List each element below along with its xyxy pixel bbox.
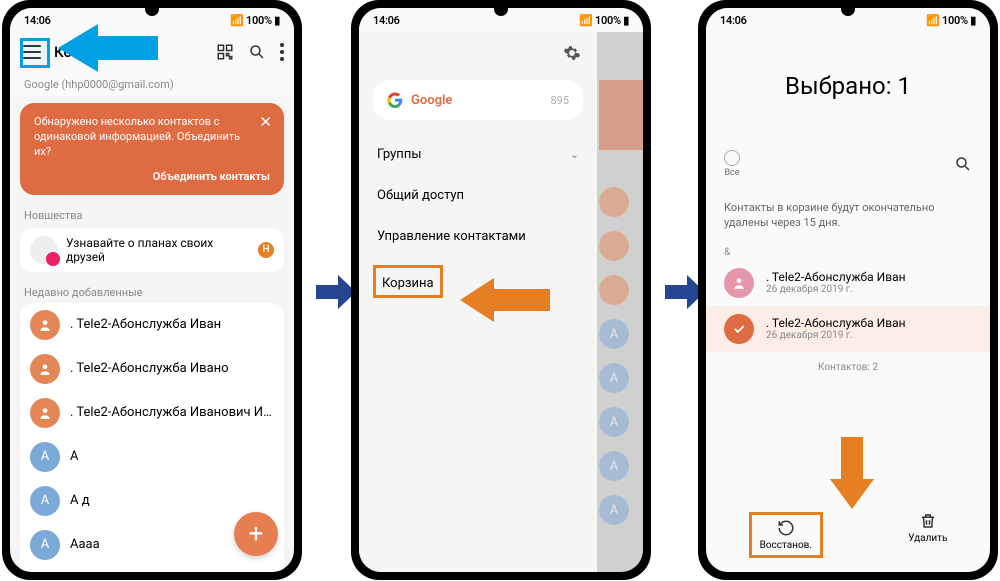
news-text: Узнавайте о планах своих друзей	[66, 236, 250, 264]
status-time: 14:06	[24, 14, 51, 27]
restore-button[interactable]: Восстанов.	[749, 512, 823, 558]
account-name: Google	[411, 93, 542, 108]
highlight-hamburger	[20, 38, 50, 68]
search-icon[interactable]	[248, 43, 266, 61]
account-label: Google (hhp0000@gmail.com)	[10, 72, 294, 97]
bottom-actions: Восстанов. Удалить	[706, 502, 990, 572]
contact-row[interactable]: AАаарод	[20, 567, 284, 572]
avatar	[724, 268, 754, 298]
contact-name: . Tele2-Абонслужба Иван	[70, 317, 221, 332]
index-letter: &	[706, 237, 990, 260]
contact-date: 26 декабря 2019 г.	[766, 284, 906, 295]
check-icon	[724, 314, 754, 344]
avatar: A	[30, 442, 60, 472]
contact-row[interactable]: . Tele2-Абонслужба Иванович Иванов К...	[20, 391, 284, 435]
contact-name: . Tele2-Абонслужба Иванович Иванов К...	[70, 405, 274, 420]
select-all-label: Все	[724, 168, 739, 178]
restore-icon	[777, 519, 795, 537]
avatar	[30, 354, 60, 384]
transition-arrow	[316, 275, 356, 309]
contact-name: . Tele2-Абонслужба Ивано	[70, 361, 229, 376]
recent-section-label: Недавно добавленные	[10, 278, 294, 303]
status-icons: 📶 100% ▮	[926, 14, 976, 27]
account-count: 895	[550, 94, 569, 107]
status-time: 14:06	[373, 14, 400, 27]
avatar	[30, 310, 60, 340]
drawer-manage[interactable]: Управление контактами	[359, 216, 597, 257]
status-icons: 📶 100% ▮	[579, 14, 629, 27]
trash-row-selected[interactable]: . Tele2-Абонслужба Иван26 декабря 2019 г…	[706, 306, 990, 352]
chevron-down-icon: ⌄	[570, 148, 579, 161]
trash-row[interactable]: . Tele2-Абонслужба Иван26 декабря 2019 г…	[706, 260, 990, 306]
qr-icon[interactable]	[216, 43, 234, 61]
trash-count: Контактов: 2	[706, 352, 990, 383]
select-all-radio[interactable]	[724, 150, 740, 166]
news-badge: Н	[258, 242, 274, 258]
annotation-arrow-orange	[460, 278, 550, 322]
annotation-arrow-blue	[58, 24, 158, 72]
trash-notice: Контакты в корзине будут окончательно уд…	[706, 184, 990, 237]
background-peek: A A A A A	[599, 32, 643, 572]
contact-name: Аааа	[70, 537, 100, 552]
contact-name: . Tele2-Абонслужба Иван	[766, 270, 906, 284]
account-card[interactable]: Google 895	[373, 80, 583, 120]
delete-button[interactable]: Удалить	[908, 512, 947, 558]
google-icon	[387, 92, 403, 108]
contact-date: 26 декабря 2019 г.	[766, 330, 906, 341]
selection-title: Выбрано: 1	[706, 32, 990, 150]
contact-row[interactable]: AА	[20, 435, 284, 479]
more-icon[interactable]	[280, 43, 284, 61]
news-card[interactable]: Узнавайте о планах своих друзей Н	[20, 228, 284, 272]
contact-name: А	[70, 449, 78, 464]
merge-text: Обнаружено несколько контактов с одинако…	[34, 115, 270, 160]
close-icon[interactable]: ✕	[259, 113, 272, 131]
drawer-trash[interactable]: Корзина	[373, 265, 443, 298]
merge-banner: Обнаружено несколько контактов с одинако…	[20, 103, 284, 195]
avatar: A	[30, 530, 60, 560]
annotation-arrow-down	[830, 437, 874, 509]
contact-name: А д	[70, 493, 90, 508]
drawer-share[interactable]: Общий доступ	[359, 175, 597, 216]
trash-icon	[919, 512, 937, 530]
avatar: A	[30, 486, 60, 516]
drawer-groups[interactable]: Группы⌄	[359, 134, 597, 175]
settings-button[interactable]	[359, 44, 597, 74]
fab-add[interactable]: +	[234, 512, 278, 556]
contact-row[interactable]: . Tele2-Абонслужба Иван	[20, 303, 284, 347]
status-icons: 📶 100% ▮	[230, 14, 280, 27]
contact-name: . Tele2-Абонслужба Иван	[766, 316, 906, 330]
search-icon[interactable]	[954, 155, 972, 173]
merge-button[interactable]: Объединить контакты	[34, 170, 270, 183]
news-section-label: Новшества	[10, 201, 294, 226]
avatar	[30, 398, 60, 428]
status-time: 14:06	[720, 14, 747, 27]
contact-row[interactable]: . Tele2-Абонслужба Ивано	[20, 347, 284, 391]
news-avatar	[30, 236, 58, 264]
